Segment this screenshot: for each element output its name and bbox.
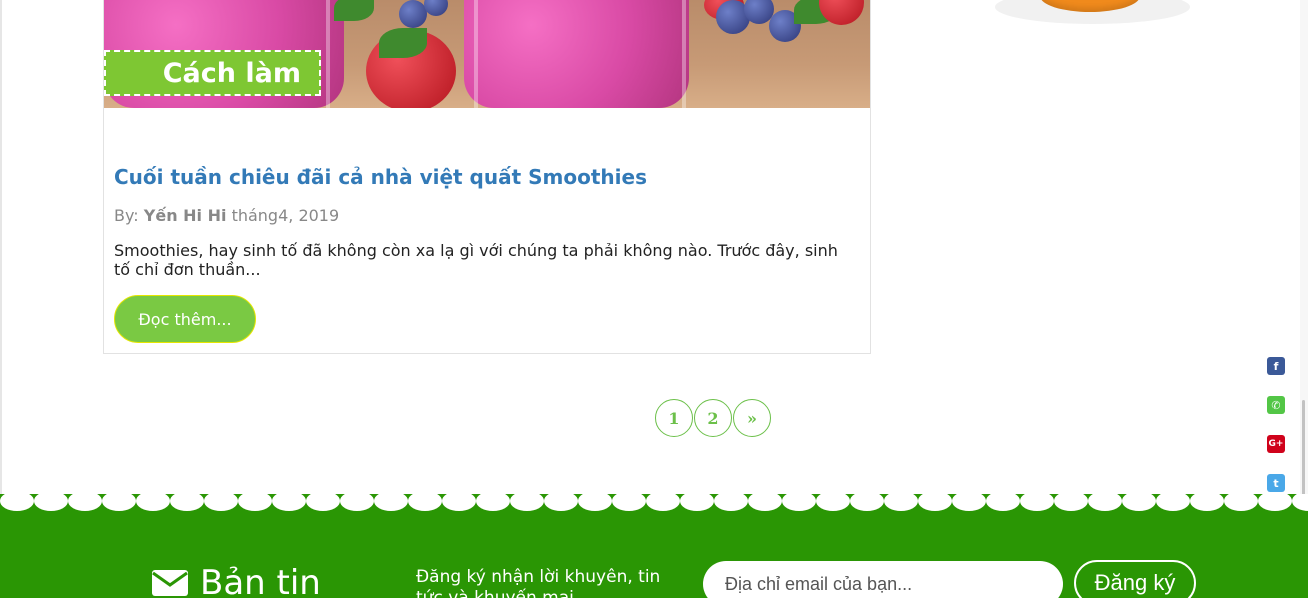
blueberry [424,0,448,16]
page-link-1[interactable]: 1 [655,399,693,437]
pagination: 1 2 » [655,399,771,437]
phone-icon[interactable]: ✆ [1267,396,1285,414]
google-plus-icon[interactable]: G+ [1267,435,1285,453]
newsletter-description: Đăng ký nhận lời khuyên, tin tức và khuy… [416,567,661,608]
blueberry [399,0,427,28]
post-title[interactable]: Cuối tuần chiêu đãi cả nhà việt quất Smo… [114,165,647,189]
page-link-2[interactable]: 2 [694,399,732,437]
smoothie-jar-right [464,0,689,108]
twitter-icon[interactable]: t [1267,474,1285,492]
scrollbar-thumb[interactable] [1302,400,1305,500]
read-more-button[interactable]: Đọc thêm... [114,295,256,343]
newsletter-title: Bản tin [200,563,321,603]
post-thumbnail[interactable]: Cách làm [104,0,870,108]
facebook-icon[interactable]: f [1267,357,1285,375]
post-excerpt: Smoothies, hay sinh tố đã không còn xa l… [114,241,838,279]
next-page-link[interactable]: » [733,399,771,437]
jar-glass-highlight [326,0,330,108]
jar-glass-highlight [474,0,478,108]
envelope-icon [152,570,188,596]
category-tag[interactable]: Cách làm [104,50,321,96]
footer: Bản tin Đăng ký nhận lời khuyên, tin tức… [0,513,1308,608]
strawberry-leaf [379,28,427,58]
by-label: By: [114,206,144,225]
post-card: Cách làm Cuối tuần chiêu đãi cả nhà việt… [103,0,871,354]
post-date: tháng4, 2019 [226,206,340,225]
strawberry-leaf [334,0,374,21]
subscribe-button[interactable]: Đăng ký [1074,560,1196,606]
post-author[interactable]: Yến Hi Hi [144,206,227,225]
jar-glass-highlight [682,0,686,108]
post-meta: By: Yến Hi Hi tháng4, 2019 [114,206,339,225]
email-input[interactable] [703,561,1063,607]
newsletter-heading: Bản tin [152,563,321,603]
sidebar-fruit-image [985,0,1200,28]
